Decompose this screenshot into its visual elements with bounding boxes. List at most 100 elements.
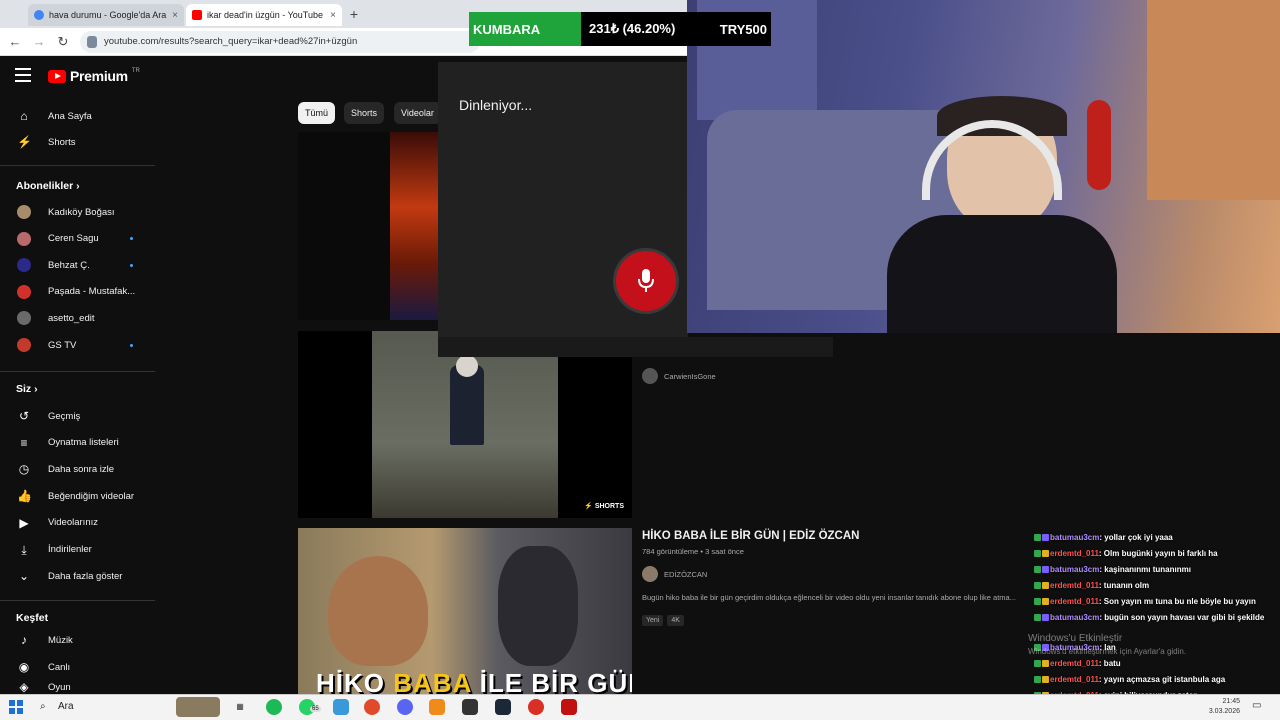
chip-all[interactable]: Tümü <box>298 102 336 124</box>
windows-start-icon[interactable] <box>9 700 23 714</box>
thumbnail-image <box>372 331 558 518</box>
logo-text: Premium <box>70 68 128 84</box>
windows-activation-watermark: Windows'u Etkinleştir Windows'u etkinleş… <box>1028 633 1187 656</box>
chat-text: : Olm bugünki yayın bi farklı ha <box>1098 549 1218 558</box>
app-icon[interactable] <box>561 699 577 715</box>
chat-username: batumau3cm <box>1050 533 1100 542</box>
badge-icon <box>1042 550 1049 557</box>
sidebar-item-label: Videolarınız <box>48 517 98 529</box>
cloud-app-icon[interactable] <box>429 699 445 715</box>
sidebar-item-label: Daha sonra izle <box>48 463 115 475</box>
chip-videos[interactable]: Videolar <box>394 102 441 124</box>
video-title[interactable]: HİKO BABA İLE BİR GÜN | EDİZ ÖZCAN <box>642 530 859 542</box>
chrome-profile-icon[interactable] <box>528 699 544 715</box>
channel-row[interactable]: EDİZÖZCAN <box>642 566 707 582</box>
sidebar-item-subscription[interactable]: Ceren Sagu <box>0 226 155 252</box>
chat-message: erdemtd_011: yayın açmazsa git istanbula… <box>1034 674 1280 685</box>
avatar <box>17 231 31 246</box>
chat-username: erdemtd_011 <box>1050 659 1099 668</box>
sidebar-item-label: Geçmiş <box>48 410 81 422</box>
person-right <box>498 546 578 666</box>
sidebar-item-subscription[interactable]: Behzat Ç. <box>0 252 155 278</box>
sidebar-item-label: GS TV <box>48 339 77 351</box>
video-meta: 784 görüntüleme • 3 saat önce <box>642 547 744 556</box>
avatar <box>642 566 658 582</box>
subscriptions-heading[interactable]: Abonelikler › <box>16 180 80 192</box>
shorts-thumbnail[interactable]: ⚡ SHORTS <box>298 331 632 518</box>
sidebar-item-shorts[interactable]: ⚡ Shorts <box>0 129 155 155</box>
badge-icon <box>1034 582 1041 589</box>
sidebar-item-home[interactable]: ⌂ Ana Sayfa <box>0 103 155 129</box>
streamer-shirt <box>887 215 1117 333</box>
chip-shorts[interactable]: Shorts <box>344 102 385 124</box>
sidebar-item-subscription[interactable]: Paşada - Mustafak... <box>0 279 155 305</box>
sidebar-item-label: Paşada - Mustafak... <box>48 286 136 298</box>
sidebar-item-clock[interactable]: ◷ Daha sonra izle <box>0 456 155 482</box>
badge-icon <box>1034 676 1041 683</box>
sidebar-item-history[interactable]: ↺ Geçmiş <box>0 403 155 429</box>
app-icon[interactable] <box>333 699 349 715</box>
sidebar-item-thumbs-up[interactable]: 👍 Beğendiğim videolar <box>0 483 155 509</box>
steam-icon[interactable] <box>495 699 511 715</box>
live-icon: ◉ <box>18 660 30 674</box>
sidebar-item-label: asetto_edit <box>48 312 95 324</box>
discord-icon[interactable] <box>397 699 413 715</box>
reload-icon[interactable]: ↻ <box>54 33 72 51</box>
channel-row[interactable]: CarwienIsGone <box>642 368 716 384</box>
sidebar-item-subscription[interactable]: asetto_edit <box>0 305 155 331</box>
chat-username: erdemtd_011 <box>1050 581 1099 590</box>
close-icon[interactable]: × <box>172 10 178 21</box>
goal-target: TRY500 <box>719 21 767 37</box>
sidebar-item-chevron-down[interactable]: ⌄ Daha fazla göster <box>0 563 155 589</box>
video-thumbnail[interactable]: HİKO BABA İLE BİR GÜN <box>298 528 632 694</box>
address-bar[interactable]: youtube.com/results?search_query=ikar+de… <box>80 31 480 53</box>
chat-message: erdemtd_011: tunanın olm <box>1034 580 1280 591</box>
system-clock[interactable]: 21:45 3.03.2026 <box>1180 697 1240 717</box>
shorts-icon: ⚡ <box>17 135 32 149</box>
chat-username: batumau3cm <box>1050 565 1100 574</box>
sidebar-item-subscription[interactable]: GS TV <box>0 332 155 358</box>
widget-image[interactable] <box>176 697 220 717</box>
sidebar-item-playlist[interactable]: ≡ Oynatma listeleri <box>0 430 155 456</box>
clock-icon: ◷ <box>18 462 30 477</box>
chat-message: erdemtd_011: batu <box>1034 658 1280 669</box>
donation-goal-overlay: KUMBARA 231₺ (46.20%) TRY500 <box>469 12 771 46</box>
spotify-icon[interactable] <box>266 699 282 715</box>
you-heading[interactable]: Siz › <box>16 383 38 395</box>
shorts-badge: ⚡ SHORTS <box>584 503 624 510</box>
menu-icon[interactable] <box>15 68 31 82</box>
tab-google-search[interactable]: hava durumu - Google'da Ara × <box>28 4 184 26</box>
character-figure <box>450 365 484 445</box>
sidebar-item-label: Beğendiğim videolar <box>48 490 135 502</box>
sidebar-item-subscription[interactable]: Kadıköy Boğası <box>0 199 155 225</box>
taskbar-search[interactable]: ⌕ Ara <box>34 697 174 717</box>
youtube-icon <box>192 10 202 20</box>
sidebar-item-download[interactable]: ⤓ İndirilenler <box>0 537 155 563</box>
chat-username: erdemtd_011 <box>1050 675 1099 684</box>
result-thumbnail[interactable] <box>298 132 438 320</box>
obs-icon[interactable] <box>462 699 478 715</box>
microphone-button[interactable] <box>616 251 676 311</box>
sidebar-item-music[interactable]: ♪ Müzik <box>0 627 155 653</box>
close-icon[interactable]: × <box>330 10 336 21</box>
sidebar-item-video[interactable]: ▶ Videolarınız <box>0 510 155 536</box>
shelf <box>1147 0 1280 200</box>
new-tab-button[interactable]: + <box>344 5 364 23</box>
chat-message: erdemtd_011: Son yayın mı tuna bu nle bö… <box>1034 596 1280 607</box>
sidebar-item-game[interactable]: ◈ Oyun <box>0 681 155 693</box>
live-dot <box>130 237 133 241</box>
site-info-icon[interactable] <box>87 36 97 48</box>
sidebar-item-live[interactable]: ◉ Canlı <box>0 654 155 680</box>
explore-heading: Keşfet <box>16 612 49 624</box>
tab-youtube[interactable]: ikar dead'in üzgün - YouTube × <box>186 4 342 26</box>
youtube-logo[interactable]: Premium TR <box>48 68 140 84</box>
badge-icon <box>1034 660 1041 667</box>
sidebar-item-label: Ceren Sagu <box>48 233 99 245</box>
back-icon[interactable]: ← <box>6 33 24 51</box>
chrome-icon[interactable] <box>364 699 380 715</box>
video-description: Bugün hiko baba ile bir gün geçirdim old… <box>642 593 1016 602</box>
task-view-icon[interactable]: ▦ <box>232 699 248 715</box>
channel-name: CarwienIsGone <box>664 371 716 381</box>
forward-icon[interactable]: → <box>30 33 48 51</box>
notification-icon[interactable]: ▭ <box>1252 700 1261 711</box>
